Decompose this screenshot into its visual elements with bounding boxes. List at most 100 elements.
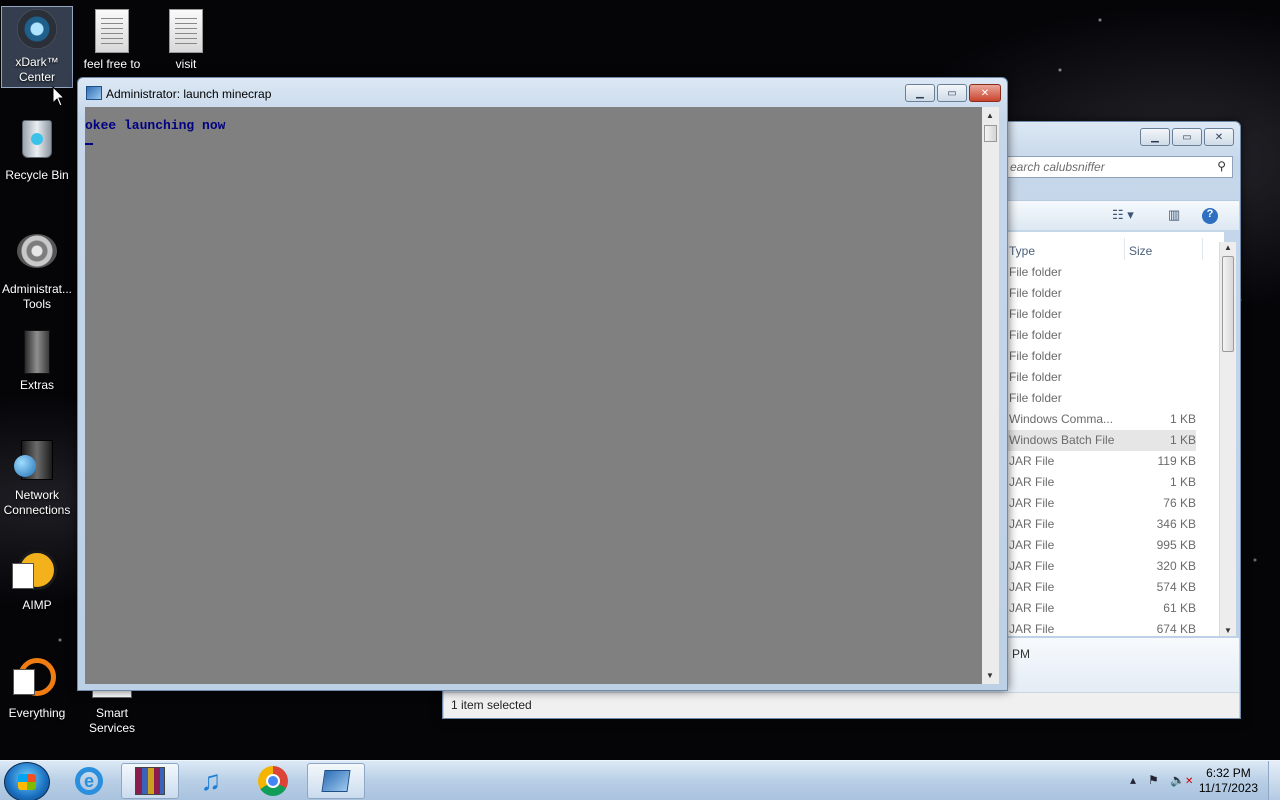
file-type: JAR File: [1009, 622, 1055, 636]
show-desktop-button[interactable]: [1268, 761, 1280, 800]
maximize-button[interactable]: ▭: [1172, 128, 1202, 146]
desktop-icon-label: Network Connections: [3, 488, 71, 517]
file-type: File folder: [1009, 307, 1062, 321]
file-type: JAR File: [1009, 580, 1055, 594]
text-document-icon: [90, 9, 134, 53]
text-document-icon: [164, 9, 208, 53]
desktop-icon-network-connections[interactable]: Network Connections: [0, 440, 75, 518]
file-type: File folder: [1009, 391, 1062, 405]
file-size: 76 KB: [1163, 496, 1196, 510]
desktop-icon-everything[interactable]: Everything: [0, 658, 75, 721]
view-options-icon[interactable]: ☷ ▾: [1112, 207, 1134, 223]
console-scrollbar[interactable]: ▲ ▼: [982, 107, 999, 684]
windows-logo-icon: [18, 774, 36, 790]
file-list-scrollbar[interactable]: ▲ ▼: [1219, 242, 1236, 636]
console-output[interactable]: okee launching now: [85, 107, 982, 684]
file-size: 119 KB: [1157, 454, 1196, 468]
file-size: 61 KB: [1163, 601, 1196, 615]
desktop-icon-feel-free-to[interactable]: feel free to: [74, 9, 150, 72]
taskbar-winrar[interactable]: [121, 763, 179, 799]
file-type: JAR File: [1009, 517, 1055, 531]
search-placeholder: earch calubsniffer: [1010, 160, 1105, 174]
desktop-icon-label: Everything: [8, 706, 66, 720]
desktop-icon-label: Administrat... Tools: [1, 282, 73, 311]
file-type: File folder: [1009, 265, 1062, 279]
column-header-size[interactable]: Size: [1129, 244, 1152, 258]
file-size: 995 KB: [1156, 538, 1196, 552]
console-output-line: okee launching now: [85, 118, 226, 133]
file-size: 1 KB: [1169, 412, 1196, 426]
taskbar-chrome[interactable]: [244, 763, 302, 799]
file-type: File folder: [1009, 349, 1062, 363]
scroll-up-arrow[interactable]: ▲: [986, 111, 994, 120]
file-size: 674 KB: [1156, 622, 1196, 636]
desktop-icon-visit[interactable]: visit: [148, 9, 224, 72]
file-size: 346 KB: [1156, 517, 1196, 531]
explorer-caption-buttons: ▁ ▭ ✕: [1140, 128, 1234, 146]
file-type: File folder: [1009, 370, 1062, 384]
scroll-down-arrow[interactable]: ▼: [1224, 626, 1232, 635]
desktop-icon-extras[interactable]: Extras: [0, 330, 75, 393]
system-tray: ▴ ⚑ 🔈✕ 6:32 PM 11/17/2023: [1120, 761, 1280, 800]
minimize-button[interactable]: ▁: [905, 84, 935, 102]
clock-date: 11/17/2023: [1198, 781, 1258, 795]
minimize-button[interactable]: ▁: [1140, 128, 1170, 146]
scroll-up-arrow[interactable]: ▲: [1224, 243, 1232, 252]
console-window[interactable]: Administrator: launch minecrap ▁ ▭ ✕ oke…: [77, 77, 1008, 691]
text-cursor: [85, 143, 93, 145]
search-icon: ⚲: [1217, 159, 1226, 173]
action-center-icon[interactable]: ⚑: [1148, 773, 1159, 787]
volume-muted-icon[interactable]: 🔈✕: [1170, 773, 1193, 787]
aimp-shortcut-icon: [12, 550, 59, 594]
file-type: JAR File: [1009, 538, 1055, 552]
network-connections-icon: [14, 440, 59, 484]
desktop-icon-label: feel free to: [83, 57, 141, 71]
file-size: 320 KB: [1156, 559, 1196, 573]
xdark-center-icon: [15, 9, 59, 53]
close-button[interactable]: ✕: [969, 84, 1001, 102]
file-type: JAR File: [1009, 559, 1055, 573]
recycle-bin-icon: [15, 120, 59, 164]
file-type: JAR File: [1009, 475, 1055, 489]
file-size: 1 KB: [1169, 433, 1196, 447]
desktop-icon-aimp[interactable]: AIMP: [0, 550, 75, 613]
column-header-type[interactable]: Type: [1009, 244, 1035, 258]
taskbar-command-prompt[interactable]: [307, 763, 365, 799]
clock[interactable]: 6:32 PM 11/17/2023: [1199, 766, 1258, 796]
status-bar: 1 item selected: [444, 692, 1239, 718]
file-type: JAR File: [1009, 454, 1055, 468]
desktop-icon-label: Extras: [19, 378, 54, 392]
console-caption-buttons: ▁ ▭ ✕: [905, 84, 1001, 102]
search-input[interactable]: earch calubsniffer ⚲: [1003, 156, 1233, 178]
window-title: Administrator: launch minecrap: [106, 87, 272, 101]
taskbar: e ♫ ▴ ⚑ 🔈✕ 6:32 PM 11/17/2023: [0, 760, 1280, 800]
desktop-icon-label: Smart Services: [88, 706, 135, 735]
scroll-down-arrow[interactable]: ▼: [986, 671, 994, 680]
taskbar-internet-explorer[interactable]: e: [60, 763, 118, 799]
scrollbar-thumb[interactable]: [984, 125, 997, 142]
everything-shortcut-icon: [13, 658, 59, 702]
file-type: Windows Batch File: [1009, 433, 1115, 447]
file-type: File folder: [1009, 286, 1062, 300]
clock-time: 6:32 PM: [1206, 766, 1251, 780]
scrollbar-thumb[interactable]: [1222, 256, 1234, 352]
help-icon[interactable]: ?: [1202, 208, 1218, 224]
internet-explorer-icon: e: [75, 767, 103, 795]
close-button[interactable]: ✕: [1204, 128, 1234, 146]
start-button[interactable]: [4, 762, 50, 800]
maximize-button[interactable]: ▭: [937, 84, 967, 102]
details-time: PM: [1012, 647, 1030, 661]
show-hidden-icons-arrow[interactable]: ▴: [1130, 773, 1136, 787]
folder-icon: [15, 330, 59, 374]
desktop-icon-recycle-bin[interactable]: Recycle Bin: [0, 120, 75, 183]
desktop-icon-label: visit: [175, 57, 197, 71]
taskbar-music-player[interactable]: ♫: [182, 763, 240, 799]
desktop-icon-xdark-center[interactable]: xDark™ Center: [1, 6, 73, 88]
file-type: JAR File: [1009, 601, 1055, 615]
preview-pane-icon[interactable]: ▥: [1168, 207, 1180, 223]
music-player-icon: ♫: [200, 765, 222, 796]
mouse-pointer-icon: [52, 86, 66, 107]
administrative-tools-icon: [15, 234, 59, 278]
desktop-icon-administrative-tools[interactable]: Administrat... Tools: [0, 230, 75, 312]
chrome-icon: [258, 766, 288, 796]
